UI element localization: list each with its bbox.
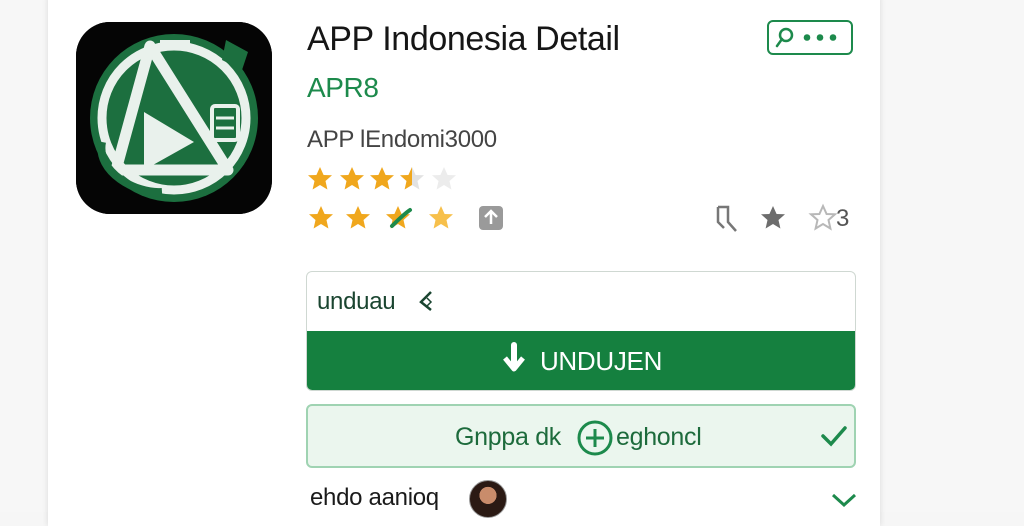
download-button-label: UNDUJEN — [539, 346, 663, 376]
rating-row-secondary — [306, 200, 866, 236]
footer-section-label: ehdo aanioq — [310, 484, 439, 511]
star-icon — [340, 167, 364, 190]
developer-name: APP lEndomi3000 — [307, 126, 497, 153]
star-icon — [761, 206, 785, 229]
download-icon — [500, 342, 528, 381]
star-half-icon — [400, 167, 424, 190]
bookmark-icon — [718, 205, 737, 232]
app-subtitle: APR8 — [307, 72, 379, 103]
star-icon — [346, 206, 370, 229]
checkmark-icon — [820, 424, 848, 453]
secondary-action-button[interactable]: Gnppa dk eghoncl — [306, 404, 856, 468]
secondary-label-start: Gnppa dk — [455, 423, 562, 451]
star-outline-icon — [810, 205, 836, 230]
star-icon — [429, 206, 453, 229]
avatar[interactable] — [469, 480, 507, 518]
download-button[interactable]: UNDUJEN — [307, 331, 855, 390]
more-options-button[interactable] — [767, 20, 853, 55]
chevron-down-icon[interactable] — [830, 490, 858, 515]
app-title: APP Indonesia Detail — [307, 20, 620, 58]
star-icon — [308, 167, 332, 190]
download-label: unduau — [317, 288, 396, 315]
star-icon — [386, 206, 410, 229]
download-panel: unduau UNDUJEN — [306, 271, 856, 391]
star-empty-icon — [432, 167, 456, 190]
rating-stars-primary — [306, 164, 466, 194]
secondary-label-end: eghoncl — [616, 423, 702, 451]
rating-count: 3 — [836, 205, 850, 232]
app-logo-icon — [76, 22, 272, 214]
star-icon — [370, 167, 394, 190]
chevron-left-icon[interactable] — [417, 288, 435, 321]
add-circle-icon — [576, 419, 614, 462]
star-icon — [309, 206, 333, 229]
